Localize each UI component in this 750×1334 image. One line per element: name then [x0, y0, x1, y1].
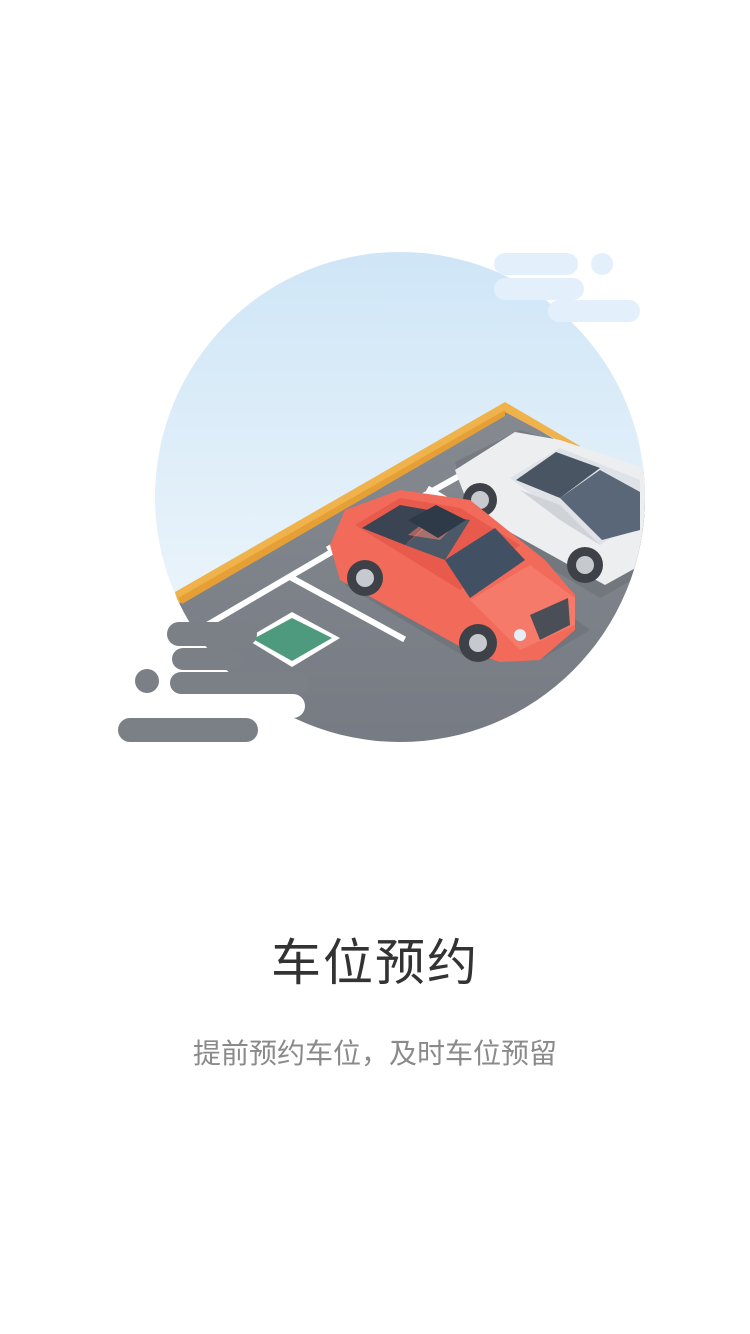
parking-illustration [118, 252, 645, 742]
page-title: 车位预约 [271, 934, 479, 992]
speed-lines-accent-fill [160, 694, 305, 718]
page-subtitle: 提前预约车位，及时车位预留 [192, 1037, 557, 1070]
